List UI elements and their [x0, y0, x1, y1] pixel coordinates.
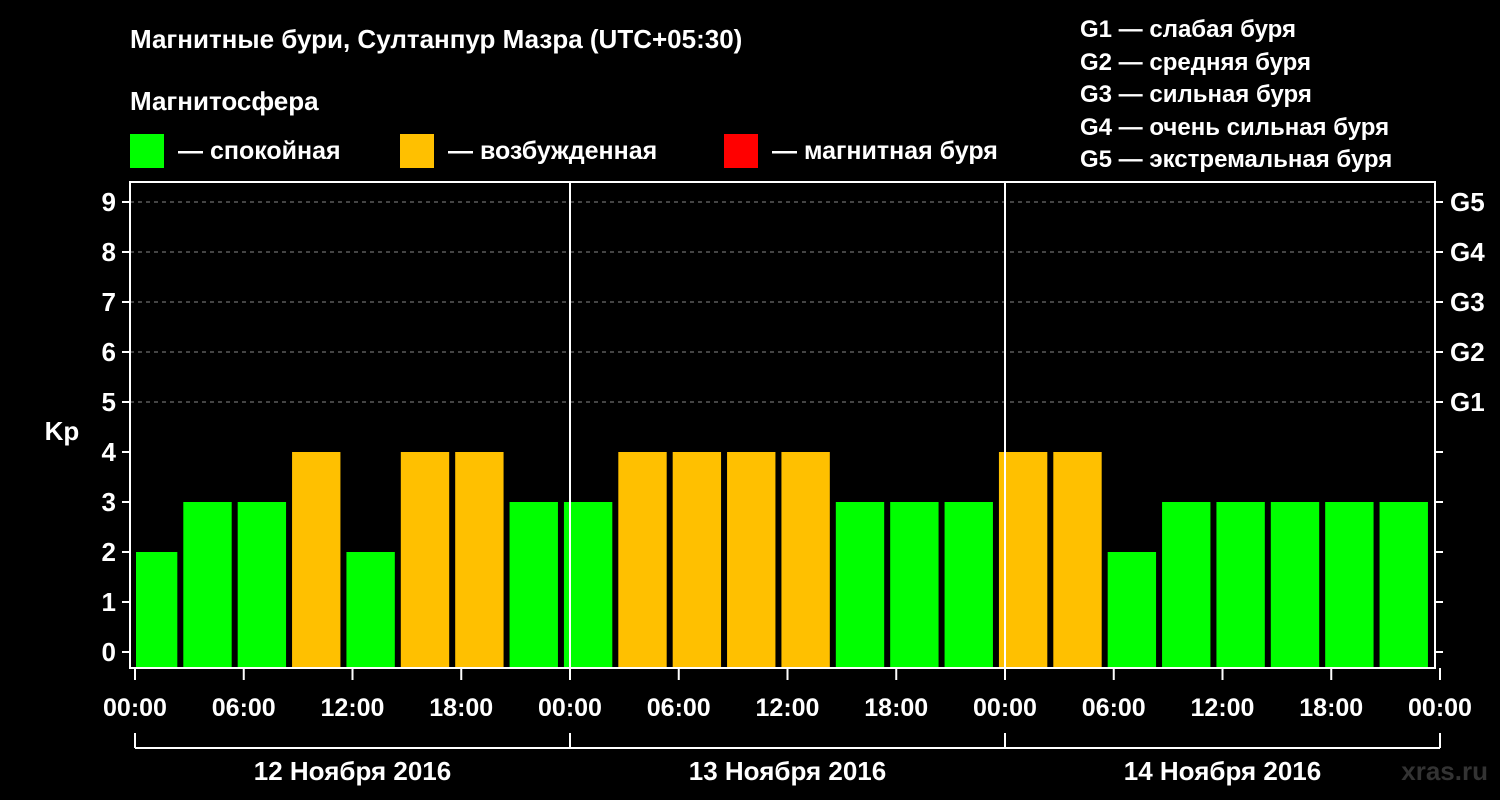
day-label: 12 Ноября 2016: [254, 756, 451, 786]
kp-bar: [1162, 502, 1211, 667]
x-tick-label: 00:00: [538, 694, 602, 722]
y-tick-label: 5: [102, 387, 116, 417]
x-tick-label: 00:00: [973, 694, 1037, 722]
y-tick-label: 4: [102, 437, 117, 467]
y-tick-label: 6: [102, 337, 116, 367]
x-tick-label: 12:00: [756, 694, 820, 722]
x-tick-label: 18:00: [1299, 694, 1363, 722]
x-tick-label: 06:00: [1082, 694, 1146, 722]
g-level-label: G5: [1450, 187, 1485, 217]
kp-bar: [400, 452, 450, 667]
x-tick-label: 12:00: [1191, 694, 1255, 722]
x-tick-label: 12:00: [321, 694, 385, 722]
x-tick-label: 06:00: [212, 694, 276, 722]
kp-bar: [1216, 502, 1265, 667]
y-tick-label: 7: [102, 287, 116, 317]
kp-bar: [944, 502, 993, 667]
g-level-label: G3: [1450, 287, 1485, 317]
x-tick-label: 00:00: [103, 694, 167, 722]
kp-bar: [998, 452, 1048, 667]
kp-bar: [455, 452, 504, 667]
g-level-label: G4: [1450, 237, 1485, 267]
kp-bar: [183, 502, 232, 667]
x-tick-label: 00:00: [1408, 694, 1472, 722]
y-tick-label: 2: [102, 537, 116, 567]
kp-bar: [563, 502, 613, 667]
kp-bar: [1270, 502, 1320, 667]
kp-bar: [292, 452, 341, 667]
g-level-label: G2: [1450, 337, 1485, 367]
g-level-label: G1: [1450, 387, 1485, 417]
kp-bar: [781, 452, 830, 667]
kp-bar: [835, 502, 885, 667]
y-tick-label: 0: [102, 637, 116, 667]
kp-bar: [890, 502, 939, 667]
y-tick-label: 9: [102, 187, 116, 217]
y-tick-label: 8: [102, 237, 116, 267]
x-tick-label: 18:00: [864, 694, 928, 722]
watermark: xras.ru: [1401, 756, 1488, 786]
day-label: 13 Ноября 2016: [689, 756, 886, 786]
kp-bar: [672, 452, 722, 667]
y-axis-label: Kp: [45, 416, 80, 446]
y-tick-label: 1: [102, 587, 116, 617]
x-tick-label: 18:00: [429, 694, 493, 722]
kp-bar: [1053, 452, 1102, 667]
day-label: 14 Ноября 2016: [1124, 756, 1321, 786]
kp-bar: [346, 552, 395, 667]
kp-bar: [1379, 502, 1428, 667]
kp-bar-chart: 0 1 2 3 4 5 6 7 8 9 G1 G2 G3 G4 G5 Kp 00:00 06:00 12:00 18:…: [45, 181, 1485, 786]
kp-bar: [618, 452, 667, 667]
kp-bar: [237, 502, 287, 667]
kp-bar: [509, 502, 558, 667]
kp-bar: [727, 452, 776, 667]
kp-bar: [1325, 502, 1374, 667]
x-tick-label: 06:00: [647, 694, 711, 722]
kp-bar: [136, 552, 178, 667]
kp-bar: [1107, 552, 1157, 667]
y-tick-label: 3: [102, 487, 116, 517]
